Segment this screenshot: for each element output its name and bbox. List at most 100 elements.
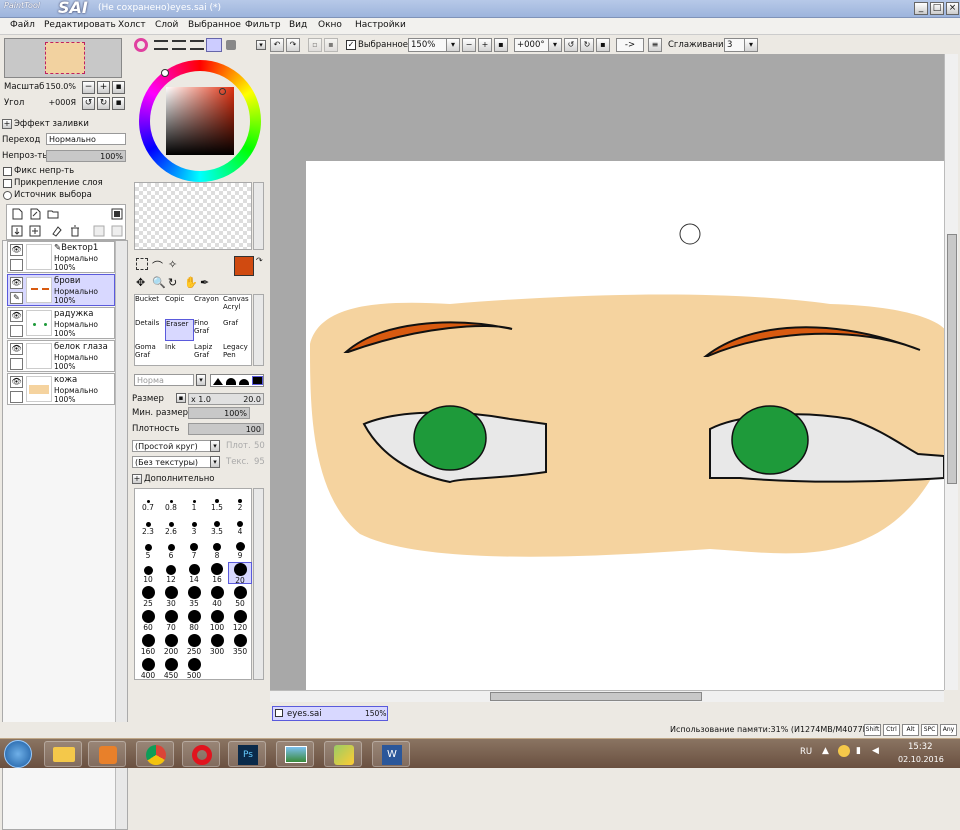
minimize-button[interactable]: _ bbox=[914, 2, 928, 15]
menu-item-0[interactable]: Файл bbox=[10, 20, 35, 30]
brush-size-3[interactable]: 3 bbox=[182, 514, 206, 536]
layer-row[interactable]: 👁 белок глаза Нормально 100% bbox=[7, 340, 115, 372]
edge-hard-icon[interactable] bbox=[213, 378, 223, 385]
eye-icon[interactable]: 👁 bbox=[10, 343, 23, 355]
preserve-opacity-checkbox[interactable] bbox=[3, 167, 12, 176]
layer-lock-toggle[interactable] bbox=[10, 325, 23, 337]
zoom-tool-icon[interactable]: 🔍 bbox=[152, 276, 166, 289]
brush-size-300[interactable]: 300 bbox=[205, 634, 229, 656]
toolbar-rotate-reset-button[interactable]: ▪ bbox=[596, 38, 610, 52]
color-picker-handle[interactable] bbox=[219, 88, 226, 95]
show-selection-checkbox[interactable]: ✓ bbox=[346, 40, 356, 50]
color-wheel-tab-icon[interactable] bbox=[134, 38, 148, 52]
navigator-viewport[interactable] bbox=[45, 42, 85, 74]
photoshop-icon[interactable]: Ps bbox=[228, 741, 266, 767]
angle-dropdown[interactable]: ▾ bbox=[548, 38, 562, 52]
media-player-icon[interactable] bbox=[88, 741, 126, 767]
toolbar-zoom-in-button[interactable]: + bbox=[478, 38, 492, 52]
zoom-out-button[interactable]: − bbox=[82, 81, 95, 94]
layer-mask-icon[interactable] bbox=[111, 208, 123, 220]
scratchpad-tab-icon[interactable] bbox=[226, 40, 236, 50]
menu-item-1[interactable]: Редактировать bbox=[44, 20, 116, 30]
volume-icon[interactable]: ◀ bbox=[872, 746, 879, 756]
merge-down-icon[interactable] bbox=[29, 225, 41, 237]
canvas-viewport[interactable] bbox=[270, 54, 944, 690]
eyedropper-icon[interactable]: ✒ bbox=[200, 276, 209, 289]
flip-button[interactable]: -> bbox=[616, 38, 644, 52]
deselect-button[interactable]: ▫ bbox=[308, 38, 322, 52]
tool-lapiz-graf[interactable]: Lapiz Graf bbox=[194, 343, 223, 365]
size-lock-icon[interactable]: ▪ bbox=[176, 393, 186, 403]
eye-icon[interactable]: 👁 bbox=[10, 310, 23, 322]
document-tab[interactable]: eyes.sai 150% bbox=[272, 706, 388, 721]
brush-texture-dropdown[interactable]: ▾ bbox=[210, 456, 220, 468]
hue-handle[interactable] bbox=[161, 69, 169, 77]
panel-menu-button[interactable]: ▾ bbox=[256, 40, 266, 50]
brush-size-60[interactable]: 60 bbox=[136, 610, 160, 632]
start-button-icon[interactable] bbox=[4, 740, 32, 768]
toolbar-zoom-reset-button[interactable]: ▪ bbox=[494, 38, 508, 52]
new-vector-layer-icon[interactable] bbox=[29, 208, 41, 220]
brush-size-50[interactable]: 50 bbox=[228, 586, 252, 608]
brush-size-500[interactable]: 500 bbox=[182, 658, 206, 680]
brush-mode-select[interactable]: Норма bbox=[134, 374, 194, 386]
image-viewer-icon[interactable] bbox=[276, 741, 314, 767]
canvas-artwork[interactable] bbox=[270, 54, 944, 690]
toolbar-rotate-right-button[interactable]: ↻ bbox=[580, 38, 594, 52]
expand-icon[interactable]: + bbox=[2, 119, 12, 129]
zoom-in-button[interactable]: + bbox=[97, 81, 110, 94]
tool-copic[interactable]: Copic bbox=[165, 295, 194, 317]
tool-grid-scrollbar[interactable] bbox=[253, 294, 264, 366]
rotate-right-button[interactable]: ↻ bbox=[97, 97, 110, 110]
brush-edge-selector[interactable] bbox=[210, 374, 264, 387]
eye-icon[interactable]: 👁 bbox=[10, 244, 23, 256]
brush-size-160[interactable]: 160 bbox=[136, 634, 160, 656]
saturation-value-square[interactable] bbox=[166, 87, 234, 155]
swatches-tab-icon[interactable] bbox=[206, 38, 222, 52]
eye-icon[interactable]: 👁 bbox=[10, 277, 23, 289]
brush-shape-select[interactable]: (Простой круг) bbox=[132, 440, 218, 452]
lasso-icon[interactable]: ⌒ bbox=[152, 258, 163, 274]
hsv-slider-tab-icon[interactable] bbox=[172, 40, 186, 50]
tool-bucket[interactable]: Bucket bbox=[135, 295, 164, 317]
scale-value[interactable]: 150.0% bbox=[40, 81, 78, 93]
transfer-down-icon[interactable] bbox=[11, 225, 23, 237]
layer-lock-toggle[interactable] bbox=[10, 391, 23, 403]
invert-selection-button[interactable]: ▪ bbox=[324, 38, 338, 52]
brush-shape-dropdown[interactable]: ▾ bbox=[210, 440, 220, 452]
brush-size-12[interactable]: 12 bbox=[159, 562, 183, 584]
opacity-slider[interactable]: 100% bbox=[46, 150, 126, 162]
tool-graf[interactable]: Graf bbox=[223, 319, 252, 341]
menu-item-6[interactable]: Вид bbox=[289, 20, 307, 30]
brush-size-2[interactable]: 2 bbox=[228, 490, 252, 512]
layer-lock-toggle[interactable] bbox=[10, 358, 23, 370]
layer-row[interactable]: 👁 ✎Вектор1 Нормально 100% bbox=[7, 241, 115, 273]
tool-goma-graf[interactable]: Goma Graf bbox=[135, 343, 164, 365]
brush-size-120[interactable]: 120 bbox=[228, 610, 252, 632]
selection-source-radio[interactable] bbox=[3, 191, 12, 200]
close-button[interactable]: × bbox=[946, 2, 959, 15]
brush-size-0.8[interactable]: 0.8 bbox=[159, 490, 183, 512]
rotate-reset-button[interactable]: ▪ bbox=[112, 97, 125, 110]
marquee-icon[interactable] bbox=[136, 258, 148, 270]
angle-value[interactable]: +000Я bbox=[40, 97, 78, 109]
density-slider[interactable]: 100 bbox=[188, 423, 264, 435]
brush-size-80[interactable]: 80 bbox=[182, 610, 206, 632]
zoom-dropdown[interactable]: ▾ bbox=[446, 38, 460, 52]
new-folder-icon[interactable] bbox=[47, 208, 59, 220]
brush-size-16[interactable]: 16 bbox=[205, 562, 229, 584]
menu-item-7[interactable]: Окно bbox=[318, 20, 342, 30]
menu-item-8[interactable]: Настройки bbox=[355, 20, 406, 30]
clock-time[interactable]: 15:32 bbox=[908, 742, 933, 752]
brush-size-40[interactable]: 40 bbox=[205, 586, 229, 608]
redo-button[interactable]: ↷ bbox=[286, 38, 300, 52]
rgb-slider-tab-icon[interactable] bbox=[154, 40, 168, 50]
swatch-scrollbar[interactable] bbox=[253, 182, 264, 250]
delete-layer-icon[interactable] bbox=[69, 225, 81, 237]
rotate-left-button[interactable]: ↺ bbox=[82, 97, 95, 110]
brush-size-3.5[interactable]: 3.5 bbox=[205, 514, 229, 536]
brush-size-350[interactable]: 350 bbox=[228, 634, 252, 656]
brush-size-25[interactable]: 25 bbox=[136, 586, 160, 608]
brush-size-450[interactable]: 450 bbox=[159, 658, 183, 680]
tool-ink[interactable]: Ink bbox=[165, 343, 194, 365]
